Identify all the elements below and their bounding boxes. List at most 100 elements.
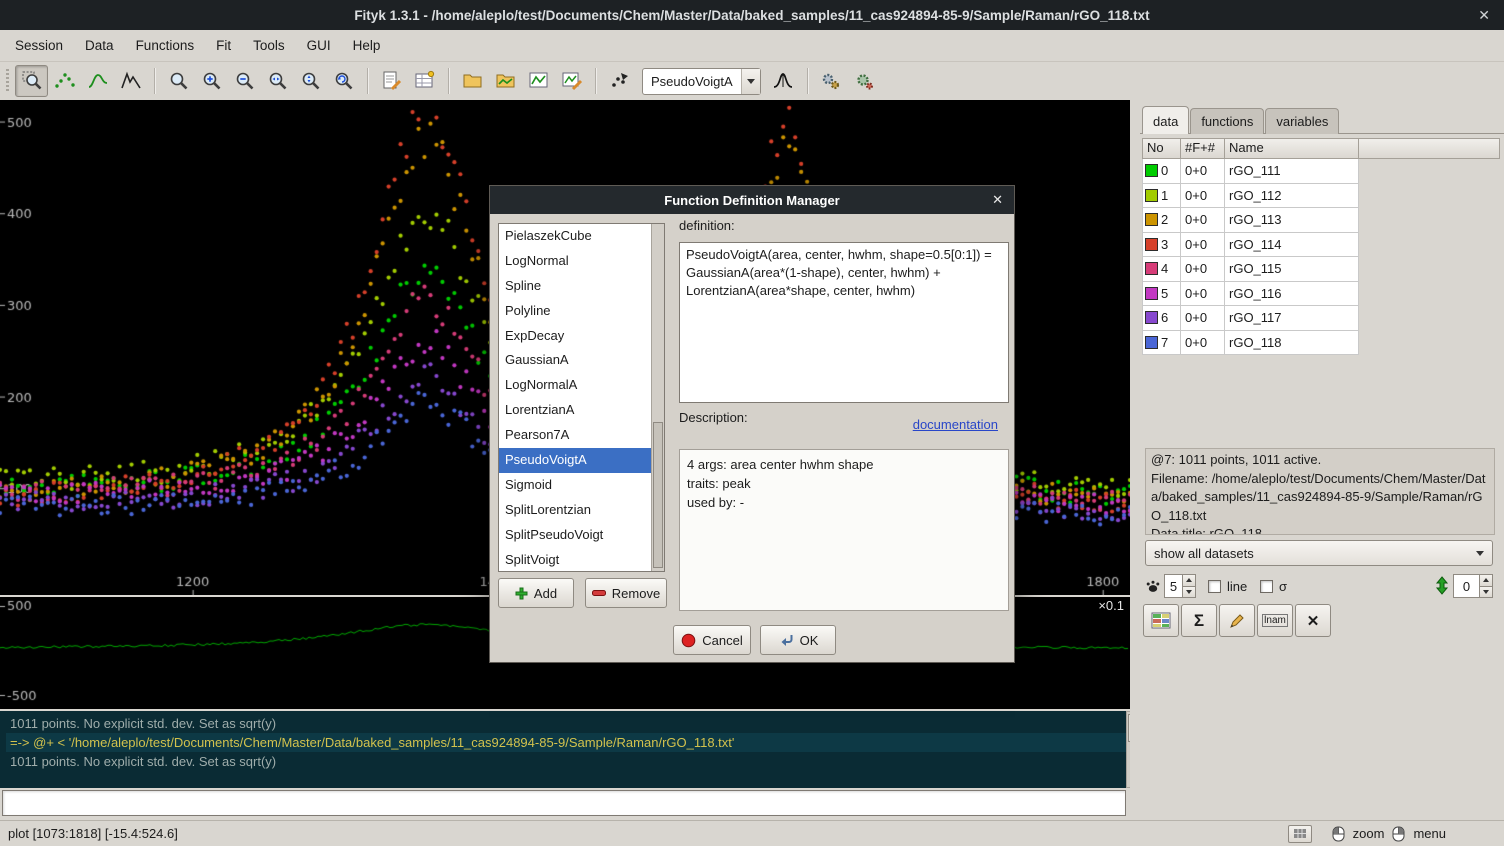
menu-item[interactable]: GUI [296,32,342,59]
function-list[interactable]: PielaszekCubeLogNormalSplinePolylineExpD… [498,223,665,572]
dataset-color-swatch[interactable] [1145,164,1158,177]
dataset-color-swatch[interactable] [1145,311,1158,324]
point-size-stepper[interactable]: 5 [1164,574,1196,598]
pane-splitter[interactable] [1130,100,1140,820]
window-titlebar[interactable]: Fityk 1.3.1 - /home/aleplo/test/Document… [0,0,1504,30]
function-list-scrollbar[interactable] [651,224,664,571]
dataset-row[interactable]: 6 0+0 rGO_117 [1142,306,1359,331]
dataset-name[interactable]: rGO_114 [1225,233,1359,258]
dataset-name[interactable]: rGO_113 [1225,208,1359,233]
function-list-item[interactable]: ExpDecay [499,324,651,349]
vertical-shift-icon[interactable] [1435,576,1449,598]
data-table-button[interactable] [1143,604,1179,637]
add-peak-button[interactable] [767,65,800,97]
dataset-color-swatch[interactable] [1145,238,1158,251]
fit-settings-button[interactable] [848,65,881,97]
menu-item[interactable]: Session [4,32,74,59]
output-console[interactable]: 1011 points. No explicit std. dev. Set a… [0,711,1126,788]
remove-function-button[interactable]: Remove [585,578,667,608]
data-points-mode-button[interactable] [48,65,81,97]
dataset-name[interactable]: rGO_118 [1225,331,1359,356]
sidebar-tab[interactable]: data [1142,106,1189,134]
zoom-in-button[interactable] [195,65,228,97]
add-function-button[interactable]: Add [498,578,574,608]
dataset-color-swatch[interactable] [1145,213,1158,226]
sigma-checkbox[interactable] [1260,580,1273,593]
delete-dataset-button[interactable]: ✕ [1295,604,1331,637]
append-data-button[interactable] [489,65,522,97]
function-list-item[interactable]: GaussianA [499,348,651,373]
function-list-item[interactable]: SplitLorentzian [499,498,651,523]
plot-preview-button[interactable] [522,65,555,97]
dataset-name[interactable]: rGO_115 [1225,257,1359,282]
window-close-icon[interactable]: ✕ [1478,7,1490,24]
dialog-titlebar[interactable]: Function Definition Manager ✕ [490,186,1014,214]
dataset-name[interactable]: rGO_116 [1225,282,1359,307]
stepper-down-icon[interactable] [1480,586,1492,598]
session-log-button[interactable] [375,65,408,97]
dataset-filter-dropdown[interactable]: show all datasets [1145,540,1493,566]
dataset-name[interactable]: rGO_112 [1225,184,1359,209]
statistics-button[interactable]: Σ [1181,604,1217,637]
sidebar-tab[interactable]: variables [1265,108,1339,134]
zoom-out-button[interactable] [228,65,261,97]
function-list-item[interactable]: PseudoVoigtA [499,448,651,473]
sidebar-tab[interactable]: functions [1190,108,1264,134]
definition-textarea[interactable]: PseudoVoigtA(area, center, hwhm, shape=0… [679,242,1009,403]
dataset-color-swatch[interactable] [1145,287,1158,300]
dialog-close-icon[interactable]: ✕ [992,192,1003,208]
dataset-name[interactable]: rGO_117 [1225,306,1359,331]
statusbar-extra-button[interactable] [1288,825,1312,843]
auto-add-peak-button[interactable] [603,65,636,97]
data-line-mode-button[interactable] [81,65,114,97]
function-list-item[interactable]: LogNormal [499,249,651,274]
function-list-item[interactable]: SplitPseudoVoigt [499,523,651,548]
column-header-no[interactable]: No [1142,138,1181,159]
command-input[interactable] [2,790,1126,816]
menu-item[interactable]: Help [342,32,392,59]
stepper-up-icon[interactable] [1183,575,1195,586]
function-list-item[interactable]: LogNormalA [499,373,651,398]
toolbar-grip[interactable] [6,69,9,93]
dropdown-arrow-icon[interactable] [741,69,760,94]
menu-item[interactable]: Fit [205,32,242,59]
stepper-down-icon[interactable] [1183,586,1195,598]
menu-item[interactable]: Functions [125,32,206,59]
dataset-row[interactable]: 7 0+0 rGO_118 [1142,331,1359,356]
function-list-item[interactable]: LorentzianA [499,398,651,423]
function-list-item[interactable]: PielaszekCube [499,224,651,249]
edit-data-button[interactable] [555,65,588,97]
function-list-item[interactable]: Sigmoid [499,473,651,498]
line-checkbox[interactable] [1208,580,1221,593]
column-header-f[interactable]: #F+# [1181,138,1225,159]
edit-transform-button[interactable] [1219,604,1255,637]
scrollbar-thumb[interactable] [653,422,663,568]
dataset-row[interactable]: 5 0+0 rGO_116 [1142,282,1359,307]
zoom-horizontal-button[interactable] [261,65,294,97]
function-type-dropdown[interactable]: PseudoVoigtA [642,68,761,95]
dataset-row[interactable]: 3 0+0 rGO_114 [1142,233,1359,258]
data-editor-button[interactable] [408,65,441,97]
dataset-row[interactable]: 4 0+0 rGO_115 [1142,257,1359,282]
cancel-button[interactable]: Cancel [673,625,751,655]
menu-item[interactable]: Tools [242,32,296,59]
dataset-name[interactable]: rGO_111 [1225,159,1359,184]
shift-stepper[interactable]: 0 [1453,574,1493,598]
zoom-vertical-button[interactable] [294,65,327,97]
rename-dataset-button[interactable]: lnam [1257,604,1293,637]
dataset-color-swatch[interactable] [1145,336,1158,349]
function-list-item[interactable]: SplitVoigt [499,548,651,571]
menu-item[interactable]: Data [74,32,125,59]
dropdown-arrow-icon[interactable] [1468,551,1492,556]
dataset-color-swatch[interactable] [1145,189,1158,202]
dataset-row[interactable]: 0 0+0 rGO_111 [1142,159,1359,184]
open-data-button[interactable] [456,65,489,97]
ok-button[interactable]: OK [760,625,836,655]
function-list-item[interactable]: Pearson7A [499,423,651,448]
zoom-previous-button[interactable] [327,65,360,97]
zoom-select-button[interactable] [15,65,48,97]
function-list-item[interactable]: Polyline [499,299,651,324]
zoom-all-button[interactable] [162,65,195,97]
fit-run-button[interactable] [815,65,848,97]
function-list-item[interactable]: Spline [499,274,651,299]
